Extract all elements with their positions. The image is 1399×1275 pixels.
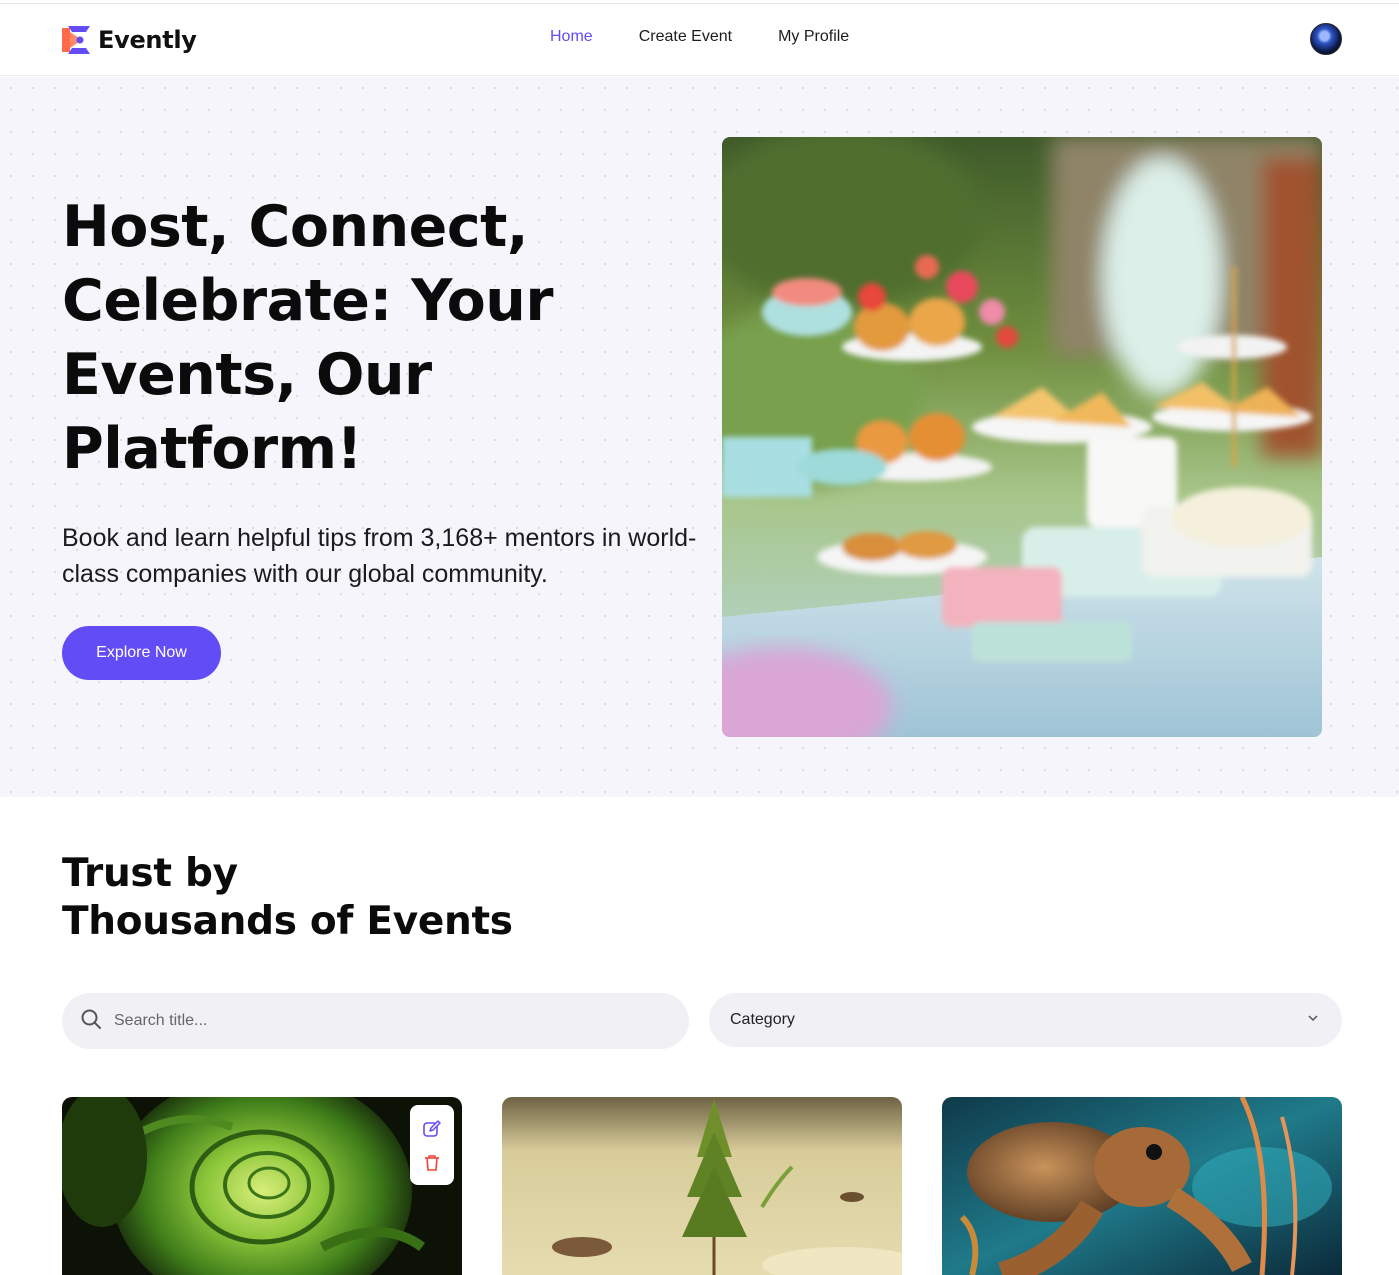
event-card[interactable] <box>942 1097 1342 1275</box>
evently-logo-icon <box>62 24 90 56</box>
card-image-turtle <box>942 1097 1342 1275</box>
explore-now-button[interactable]: Explore Now <box>62 626 221 680</box>
search-bar[interactable] <box>62 993 689 1049</box>
card-image-sapling <box>502 1097 902 1275</box>
section-title-line2: Thousands of Events <box>62 899 513 944</box>
search-icon <box>80 1008 102 1034</box>
hero-image <box>722 137 1322 737</box>
delete-icon[interactable] <box>423 1154 441 1172</box>
section-title-line1: Trust by <box>62 851 238 896</box>
card-image-rose <box>62 1097 462 1275</box>
event-card[interactable] <box>62 1097 462 1275</box>
brand-logo[interactable]: Evently <box>62 24 197 56</box>
category-label: Category <box>730 1011 795 1028</box>
category-select[interactable]: Category <box>709 993 1342 1047</box>
user-avatar[interactable] <box>1310 23 1342 55</box>
nav-create-event[interactable]: Create Event <box>639 28 732 46</box>
event-card[interactable] <box>502 1097 902 1275</box>
nav-my-profile[interactable]: My Profile <box>778 28 849 46</box>
card-actions <box>410 1105 454 1185</box>
section-title: Trust by Thousands of Events <box>62 850 513 946</box>
hero-subtitle: Book and learn helpful tips from 3,168+ … <box>62 524 697 588</box>
nav-home[interactable]: Home <box>550 28 593 46</box>
search-input[interactable] <box>114 1012 654 1030</box>
site-header: Evently Home Create Event My Profile <box>0 4 1399 76</box>
chevron-down-icon <box>1306 1011 1320 1030</box>
edit-icon[interactable] <box>422 1119 442 1139</box>
main-nav: Home Create Event My Profile <box>550 28 849 46</box>
brand-name: Evently <box>98 26 197 54</box>
hero-title: Host, Connect, Celebrate: Your Events, O… <box>62 194 554 482</box>
